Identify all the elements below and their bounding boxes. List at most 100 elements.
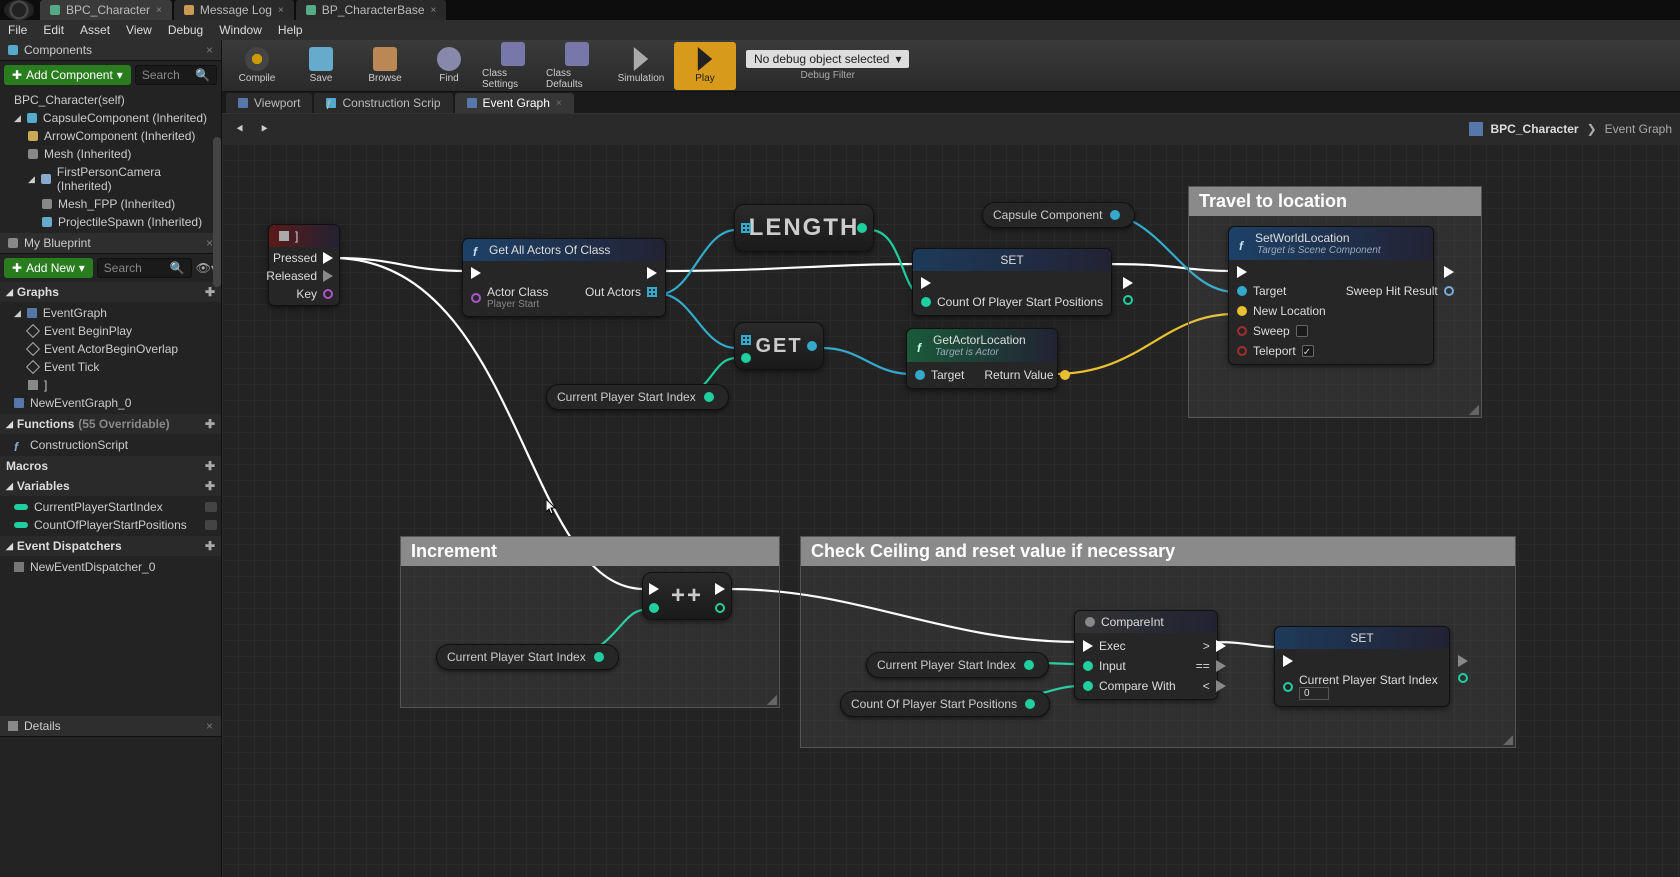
- pin-array-in[interactable]: [741, 223, 751, 233]
- node-count-positions-var[interactable]: Count Of Player Start Positions: [840, 691, 1050, 717]
- close-icon[interactable]: ×: [206, 719, 213, 733]
- menu-debug[interactable]: Debug: [168, 23, 203, 37]
- node-set-current-index[interactable]: SET Current Player Start Index0: [1274, 626, 1450, 707]
- compile-button[interactable]: Compile: [226, 42, 288, 90]
- node-compare-int[interactable]: CompareInt Exec Input Compare With > == …: [1074, 610, 1218, 700]
- graph-item-key[interactable]: ]: [0, 376, 221, 394]
- add-new-button[interactable]: ✚ Add New ▾: [4, 258, 93, 278]
- components-search-input[interactable]: Search 🔍: [135, 65, 217, 85]
- find-button[interactable]: Find: [418, 42, 480, 90]
- component-item-capsule[interactable]: ◢CapsuleComponent (Inherited): [0, 109, 221, 127]
- graph-item-beginplay[interactable]: Event BeginPlay: [0, 322, 221, 340]
- play-button[interactable]: Play: [674, 42, 736, 90]
- node-get-all-actors[interactable]: fGet All Actors Of Class Actor ClassPlay…: [462, 238, 666, 317]
- component-item-mesh[interactable]: Mesh (Inherited): [0, 145, 221, 163]
- add-component-button[interactable]: ✚ Add Component ▾: [4, 65, 131, 85]
- simulation-button[interactable]: Simulation: [610, 42, 672, 90]
- class-defaults-button[interactable]: Class Defaults: [546, 42, 608, 90]
- dropdown-icon: ▾: [895, 52, 901, 66]
- pin-obj-out[interactable]: [807, 341, 817, 351]
- close-icon[interactable]: ×: [556, 98, 562, 109]
- section-macros[interactable]: Macros✚: [0, 456, 221, 476]
- breadcrumb[interactable]: BPC_Character ❯ Event Graph: [1469, 122, 1672, 136]
- node-set-world-location[interactable]: fSetWorldLocationTarget is Scene Compone…: [1228, 226, 1434, 365]
- component-item-self[interactable]: BPC_Character(self): [0, 91, 221, 109]
- pin-int-out[interactable]: [857, 223, 867, 233]
- section-dispatchers[interactable]: ◢Event Dispatchers✚: [0, 536, 221, 556]
- variable-item-count-positions[interactable]: CountOfPlayerStartPositions: [0, 516, 221, 534]
- pin-array-in[interactable]: [741, 335, 751, 345]
- graph-item-neweventgraph[interactable]: NewEventGraph_0: [0, 394, 221, 412]
- graph-item-tick[interactable]: Event Tick: [0, 358, 221, 376]
- menu-asset[interactable]: Asset: [80, 23, 110, 37]
- node-current-index-var[interactable]: Current Player Start Index: [546, 384, 729, 410]
- component-item-projectile[interactable]: ProjectileSpawn (Inherited): [0, 213, 221, 231]
- details-panel-tab[interactable]: Details ×: [0, 716, 221, 737]
- log-icon: [184, 5, 194, 15]
- section-graphs[interactable]: ◢Graphs✚: [0, 282, 221, 302]
- eye-icon[interactable]: [205, 502, 217, 512]
- close-icon[interactable]: ×: [206, 236, 213, 250]
- file-tab-message-log[interactable]: Message Log ×: [174, 0, 294, 20]
- variable-item-current-index[interactable]: CurrentPlayerStartIndex: [0, 498, 221, 516]
- close-icon[interactable]: ×: [278, 5, 284, 16]
- eye-icon[interactable]: [205, 520, 217, 530]
- node-current-index-var-2[interactable]: Current Player Start Index: [436, 644, 619, 670]
- section-functions[interactable]: ◢Functions (55 Overridable) ✚: [0, 414, 221, 434]
- browse-button[interactable]: Browse: [354, 42, 416, 90]
- node-input-key[interactable]: ] Pressed Released Key: [268, 224, 340, 306]
- my-blueprint-panel-tab[interactable]: My Blueprint ×: [0, 233, 221, 254]
- graph-canvas[interactable]: Travel to location Increment Check Ceili…: [222, 144, 1680, 877]
- blueprint-search-input[interactable]: Search 🔍: [97, 258, 192, 278]
- search-icon: 🔍: [195, 68, 210, 82]
- component-item-camera[interactable]: ◢FirstPersonCamera (Inherited): [0, 163, 221, 195]
- components-panel-tab[interactable]: Components ×: [0, 40, 221, 61]
- menu-file[interactable]: File: [8, 23, 27, 37]
- nav-back-button[interactable]: ⯇: [230, 119, 250, 139]
- node-current-index-var-3[interactable]: Current Player Start Index: [866, 652, 1049, 678]
- file-tab-bpc-character[interactable]: BPC_Character ×: [40, 0, 172, 20]
- add-function-icon[interactable]: ✚: [205, 417, 215, 431]
- resize-handle-icon[interactable]: [767, 695, 777, 705]
- nav-forward-button[interactable]: ⯈: [254, 119, 274, 139]
- close-icon[interactable]: ×: [206, 43, 213, 57]
- save-button[interactable]: Save: [290, 42, 352, 90]
- pin-index-in[interactable]: [741, 353, 751, 363]
- add-macro-icon[interactable]: ✚: [205, 459, 215, 473]
- node-capsule-component[interactable]: Capsule Component: [982, 202, 1135, 228]
- component-item-mesh-fpp[interactable]: Mesh_FPP (Inherited): [0, 195, 221, 213]
- resize-handle-icon[interactable]: [1469, 405, 1479, 415]
- node-get[interactable]: GET: [734, 322, 824, 370]
- node-get-actor-location[interactable]: fGetActorLocationTarget is Actor Target …: [906, 328, 1058, 389]
- tab-construction-script[interactable]: fConstruction Scrip: [314, 93, 452, 113]
- blueprint-icon: [50, 5, 60, 15]
- component-item-arrow[interactable]: ArrowComponent (Inherited): [0, 127, 221, 145]
- dispatcher-item[interactable]: NewEventDispatcher_0: [0, 558, 221, 576]
- node-length[interactable]: LENGTH: [734, 204, 874, 252]
- resize-handle-icon[interactable]: [1503, 735, 1513, 745]
- menu-window[interactable]: Window: [219, 23, 262, 37]
- node-increment[interactable]: ++: [642, 572, 732, 620]
- dropdown-icon: ▾: [79, 261, 85, 275]
- debug-object-dropdown[interactable]: No debug object selected▾: [746, 50, 909, 68]
- comment-increment[interactable]: Increment: [400, 536, 780, 708]
- function-item-construction[interactable]: fConstructionScript: [0, 436, 221, 454]
- menu-view[interactable]: View: [126, 23, 152, 37]
- class-settings-button[interactable]: Class Settings: [482, 42, 544, 90]
- close-icon[interactable]: ×: [156, 5, 162, 16]
- scrollbar[interactable]: [213, 137, 221, 287]
- menu-edit[interactable]: Edit: [43, 23, 64, 37]
- section-variables[interactable]: ◢Variables✚: [0, 476, 221, 496]
- menu-help[interactable]: Help: [278, 23, 303, 37]
- tab-event-graph[interactable]: Event Graph×: [455, 93, 574, 113]
- add-variable-icon[interactable]: ✚: [205, 479, 215, 493]
- close-icon[interactable]: ×: [431, 5, 437, 16]
- blueprint-icon: [306, 5, 316, 15]
- node-set-count[interactable]: SET Count Of Player Start Positions: [912, 248, 1112, 316]
- graph-item-eventgraph[interactable]: ◢EventGraph: [0, 304, 221, 322]
- graph-item-beginoverlap[interactable]: Event ActorBeginOverlap: [0, 340, 221, 358]
- add-graph-icon[interactable]: ✚: [205, 285, 215, 299]
- add-dispatcher-icon[interactable]: ✚: [205, 539, 215, 553]
- tab-viewport[interactable]: Viewport: [226, 93, 312, 113]
- file-tab-bp-characterbase[interactable]: BP_CharacterBase ×: [296, 0, 447, 20]
